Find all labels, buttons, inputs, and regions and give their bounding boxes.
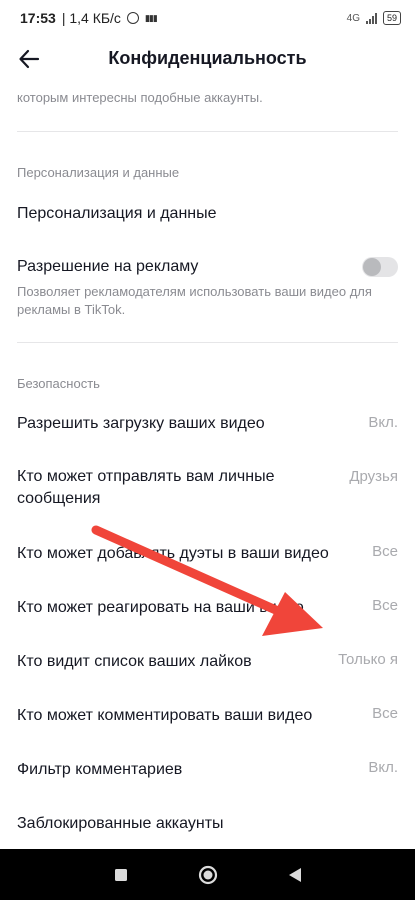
status-speed: | 1,4 КБ/с bbox=[61, 10, 121, 26]
allow-download-item[interactable]: Разрешить загрузку ваших видео Вкл. bbox=[0, 410, 415, 450]
duets-item[interactable]: Кто может добавлять дуэты в ваши видео В… bbox=[0, 541, 415, 581]
ads-permission-item[interactable]: Разрешение на рекламу Позволяет рекламод… bbox=[0, 250, 415, 325]
row-value: Друзья bbox=[349, 468, 398, 485]
back-nav-button[interactable] bbox=[288, 867, 302, 883]
settings-list[interactable]: которым интересны подобные аккаунты. Пер… bbox=[0, 80, 415, 849]
row-label: Заблокированные аккаунты bbox=[17, 815, 224, 832]
battery-icon: 59 bbox=[382, 11, 401, 25]
row-label: Кто видит список ваших лайков bbox=[17, 653, 252, 670]
square-icon bbox=[114, 868, 127, 881]
network-label: 4G bbox=[346, 12, 360, 24]
reactions-item[interactable]: Кто может реагировать на ваши видео Все bbox=[0, 595, 415, 635]
status-time: 17:53 bbox=[20, 10, 56, 26]
row-description: Позволяет рекламодателям использовать ва… bbox=[17, 284, 372, 317]
direct-messages-item[interactable]: Кто может отправлять вам личные сообщени… bbox=[0, 464, 415, 516]
section-header-personalization: Персонализация и данные bbox=[17, 165, 180, 180]
row-label: Кто может комментировать ваши видео bbox=[17, 707, 313, 724]
row-label: Разрешение на рекламу bbox=[17, 258, 199, 275]
circle-icon bbox=[198, 865, 217, 884]
row-label: Разрешить загрузку ваших видео bbox=[17, 415, 265, 432]
row-label: Фильтр комментариев bbox=[17, 761, 183, 778]
back-button[interactable] bbox=[14, 44, 44, 74]
home-button[interactable] bbox=[198, 865, 218, 885]
signal-icon bbox=[365, 12, 377, 24]
partial-description: которым интересны подобные аккаунты. bbox=[17, 90, 263, 105]
status-left: 17:53 | 1,4 КБ/с ▮▮▮ bbox=[20, 10, 158, 26]
row-label: Персонализация и данные bbox=[17, 205, 217, 222]
personalization-data-item[interactable]: Персонализация и данные bbox=[0, 198, 415, 238]
row-value: Вкл. bbox=[368, 759, 398, 776]
row-value: Все bbox=[372, 543, 398, 560]
row-label: Кто может отправлять вам личные сообщени… bbox=[17, 468, 275, 507]
page-title: Конфиденциальность bbox=[108, 47, 307, 68]
row-label: Кто может добавлять дуэты в ваши видео bbox=[17, 545, 329, 562]
row-value: Все bbox=[372, 705, 398, 722]
comments-item[interactable]: Кто может комментировать ваши видео Все bbox=[0, 703, 415, 743]
nav-bar: Конфиденциальность bbox=[0, 36, 415, 80]
toggle-knob bbox=[363, 258, 381, 276]
row-value: Только я bbox=[338, 651, 398, 668]
arrow-left-icon bbox=[19, 49, 40, 69]
ads-permission-toggle[interactable] bbox=[362, 257, 398, 277]
divider bbox=[17, 342, 398, 343]
section-header-security: Безопасность bbox=[17, 376, 100, 391]
triangle-back-icon bbox=[288, 867, 301, 882]
data-transfer-icon: ▮▮▮ bbox=[144, 12, 158, 23]
row-label: Кто может реагировать на ваши видео bbox=[17, 599, 304, 616]
blocked-accounts-item[interactable]: Заблокированные аккаунты bbox=[0, 811, 415, 849]
liked-videos-item[interactable]: Кто видит список ваших лайков Только я bbox=[0, 649, 415, 689]
comment-filter-item[interactable]: Фильтр комментариев Вкл. bbox=[0, 757, 415, 797]
alarm-icon bbox=[126, 12, 139, 24]
status-bar: 17:53 | 1,4 КБ/с ▮▮▮ 4G 59 bbox=[0, 0, 415, 36]
row-value: Вкл. bbox=[368, 414, 398, 431]
status-right: 4G 59 bbox=[347, 11, 401, 25]
recents-button[interactable] bbox=[114, 868, 128, 882]
divider bbox=[17, 131, 398, 132]
android-navigation-bar bbox=[0, 849, 415, 900]
row-value: Все bbox=[372, 597, 398, 614]
